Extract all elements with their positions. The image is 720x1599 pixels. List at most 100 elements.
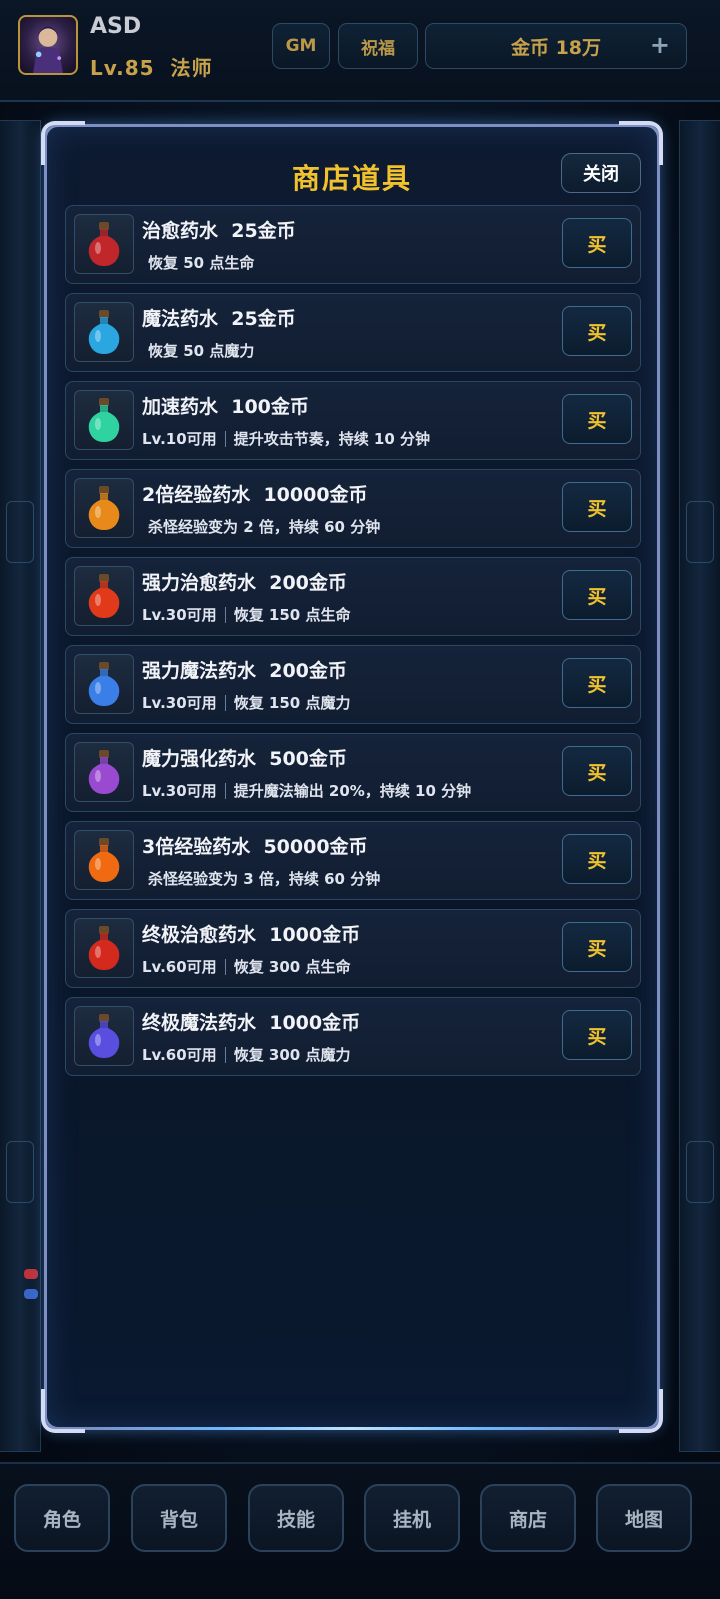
gold-amount: 金币 18万 [510, 36, 602, 59]
ultimate-blue-potion-icon [74, 1006, 134, 1066]
item-level-requirement: Lv.60可用 [142, 958, 217, 976]
mage-portrait-icon [33, 26, 63, 73]
buy-button[interactable]: 买 [562, 570, 632, 620]
player-name: ASD [90, 14, 142, 39]
shop-item-row: 强力魔法药水 200金币 Lv.30可用 恢复 150 点魔力 买 [65, 645, 641, 724]
strong-blue-potion-icon [74, 654, 134, 714]
player-avatar[interactable] [18, 15, 78, 75]
divider [224, 782, 226, 799]
nav-shop-button[interactable]: 商店 [480, 1484, 576, 1552]
buy-button[interactable]: 买 [562, 658, 632, 708]
item-effect: 恢复 50 点魔力 [148, 342, 255, 360]
nav-character-button[interactable]: 角色 [14, 1484, 110, 1552]
item-effect: 恢复 300 点魔力 [233, 1046, 351, 1064]
item-effect: 杀怪经验变为 2 倍，持续 60 分钟 [148, 518, 381, 536]
item-description: 恢复 50 点生命 [148, 252, 254, 273]
item-title: 终极治愈药水 1000金币 [142, 924, 361, 946]
item-effect: 恢复 150 点生命 [233, 606, 351, 624]
item-effect: 恢复 150 点魔力 [233, 694, 351, 712]
divider [224, 958, 226, 975]
close-button[interactable]: 关闭 [561, 153, 641, 193]
item-description: 杀怪经验变为 2 倍，持续 60 分钟 [148, 516, 380, 537]
item-title: 强力魔法药水 200金币 [142, 660, 347, 682]
item-title: 2倍经验药水 10000金币 [142, 484, 368, 506]
item-title: 加速药水 100金币 [142, 396, 309, 418]
nav-afk-button[interactable]: 挂机 [364, 1484, 460, 1552]
item-level-requirement: Lv.30可用 [142, 606, 217, 624]
item-description: 恢复 50 点魔力 [148, 340, 254, 361]
nav-bag-button[interactable]: 背包 [131, 1484, 227, 1552]
item-description: 杀怪经验变为 3 倍，持续 60 分钟 [148, 868, 380, 889]
divider [224, 694, 226, 711]
blue-potion-icon [74, 302, 134, 362]
buy-button[interactable]: 买 [562, 394, 632, 444]
item-description: Lv.30可用 提升魔法输出 20%，持续 10 分钟 [142, 780, 471, 801]
shop-item-row: 终极魔法药水 1000金币 Lv.60可用 恢复 300 点魔力 买 [65, 997, 641, 1076]
panel-corner [619, 1389, 663, 1433]
shop-item-row: 魔力强化药水 500金币 Lv.30可用 提升魔法输出 20%，持续 10 分钟 买 [65, 733, 641, 812]
gold-display[interactable]: 金币 18万 + [425, 23, 687, 69]
panel-corner [41, 1389, 85, 1433]
add-gold-icon[interactable]: + [650, 31, 670, 59]
item-level-requirement: Lv.30可用 [142, 782, 217, 800]
divider [224, 606, 226, 623]
item-effect: 杀怪经验变为 3 倍，持续 60 分钟 [148, 870, 381, 888]
ultimate-red-potion-icon [74, 918, 134, 978]
shop-panel: 商店道具 关闭 治愈药水 25金币 恢复 50 点生命买魔法药水 25金币 恢复 5… [41, 121, 663, 1433]
item-title: 魔法药水 25金币 [142, 308, 296, 330]
red-indicator-dot [24, 1269, 38, 1279]
buy-button[interactable]: 买 [562, 482, 632, 532]
game-screen: ASD Lv.85 法师 GM 祝福 金币 18万 + 商店道具 关闭 治愈药水… [0, 0, 720, 1599]
item-effect: 恢复 50 点生命 [148, 254, 255, 272]
buy-button[interactable]: 买 [562, 218, 632, 268]
blue-indicator-dot [24, 1289, 38, 1299]
bless-button[interactable]: 祝福 [338, 23, 418, 69]
bottom-nav-bar: 角色 背包 技能 挂机 商店 地图 [0, 1462, 720, 1599]
item-description: Lv.10可用 提升攻击节奏，持续 10 分钟 [142, 428, 430, 449]
shop-item-list: 治愈药水 25金币 恢复 50 点生命买魔法药水 25金币 恢复 50 点魔力买加速… [65, 205, 641, 1085]
player-level-class: Lv.85 法师 [90, 56, 213, 80]
item-effect: 提升攻击节奏，持续 10 分钟 [233, 430, 431, 448]
orange-potion-icon [74, 478, 134, 538]
buy-button[interactable]: 买 [562, 746, 632, 796]
item-level-requirement: Lv.30可用 [142, 694, 217, 712]
divider [224, 1046, 226, 1063]
red-potion-icon [74, 214, 134, 274]
buy-button[interactable]: 买 [562, 1010, 632, 1060]
left-frame-decoration [0, 120, 41, 1452]
strong-red-potion-icon [74, 566, 134, 626]
item-level-requirement: Lv.60可用 [142, 1046, 217, 1064]
top-header: ASD Lv.85 法师 GM 祝福 金币 18万 + [0, 0, 720, 102]
shop-item-row: 终极治愈药水 1000金币 Lv.60可用 恢复 300 点生命 买 [65, 909, 641, 988]
item-title: 3倍经验药水 50000金币 [142, 836, 368, 858]
shop-item-row: 2倍经验药水 10000金币杀怪经验变为 2 倍，持续 60 分钟 买 [65, 469, 641, 548]
item-description: Lv.30可用 恢复 150 点魔力 [142, 692, 350, 713]
buy-button[interactable]: 买 [562, 922, 632, 972]
shop-item-row: 魔法药水 25金币恢复 50 点魔力 买 [65, 293, 641, 372]
fire-potion-icon [74, 830, 134, 890]
shop-item-row: 强力治愈药水 200金币 Lv.30可用 恢复 150 点生命 买 [65, 557, 641, 636]
gm-button[interactable]: GM [272, 23, 330, 69]
item-title: 强力治愈药水 200金币 [142, 572, 347, 594]
buy-button[interactable]: 买 [562, 306, 632, 356]
purple-potion-icon [74, 742, 134, 802]
item-title: 终极魔法药水 1000金币 [142, 1012, 361, 1034]
green-speed-potion-icon [74, 390, 134, 450]
nav-skills-button[interactable]: 技能 [248, 1484, 344, 1552]
buy-button[interactable]: 买 [562, 834, 632, 884]
item-title: 魔力强化药水 500金币 [142, 748, 347, 770]
divider [224, 430, 226, 447]
item-effect: 恢复 300 点生命 [233, 958, 351, 976]
item-description: Lv.60可用 恢复 300 点生命 [142, 956, 350, 977]
shop-item-row: 治愈药水 25金币恢复 50 点生命 买 [65, 205, 641, 284]
item-effect: 提升魔法输出 20%，持续 10 分钟 [233, 782, 472, 800]
nav-map-button[interactable]: 地图 [596, 1484, 692, 1552]
item-title: 治愈药水 25金币 [142, 220, 296, 242]
item-description: Lv.30可用 恢复 150 点生命 [142, 604, 350, 625]
shop-item-row: 加速药水 100金币 Lv.10可用 提升攻击节奏，持续 10 分钟 买 [65, 381, 641, 460]
item-description: Lv.60可用 恢复 300 点魔力 [142, 1044, 350, 1065]
item-level-requirement: Lv.10可用 [142, 430, 217, 448]
shop-item-row: 3倍经验药水 50000金币杀怪经验变为 3 倍，持续 60 分钟 买 [65, 821, 641, 900]
right-frame-decoration [679, 120, 720, 1452]
panel-bottom-glow [87, 1427, 617, 1430]
